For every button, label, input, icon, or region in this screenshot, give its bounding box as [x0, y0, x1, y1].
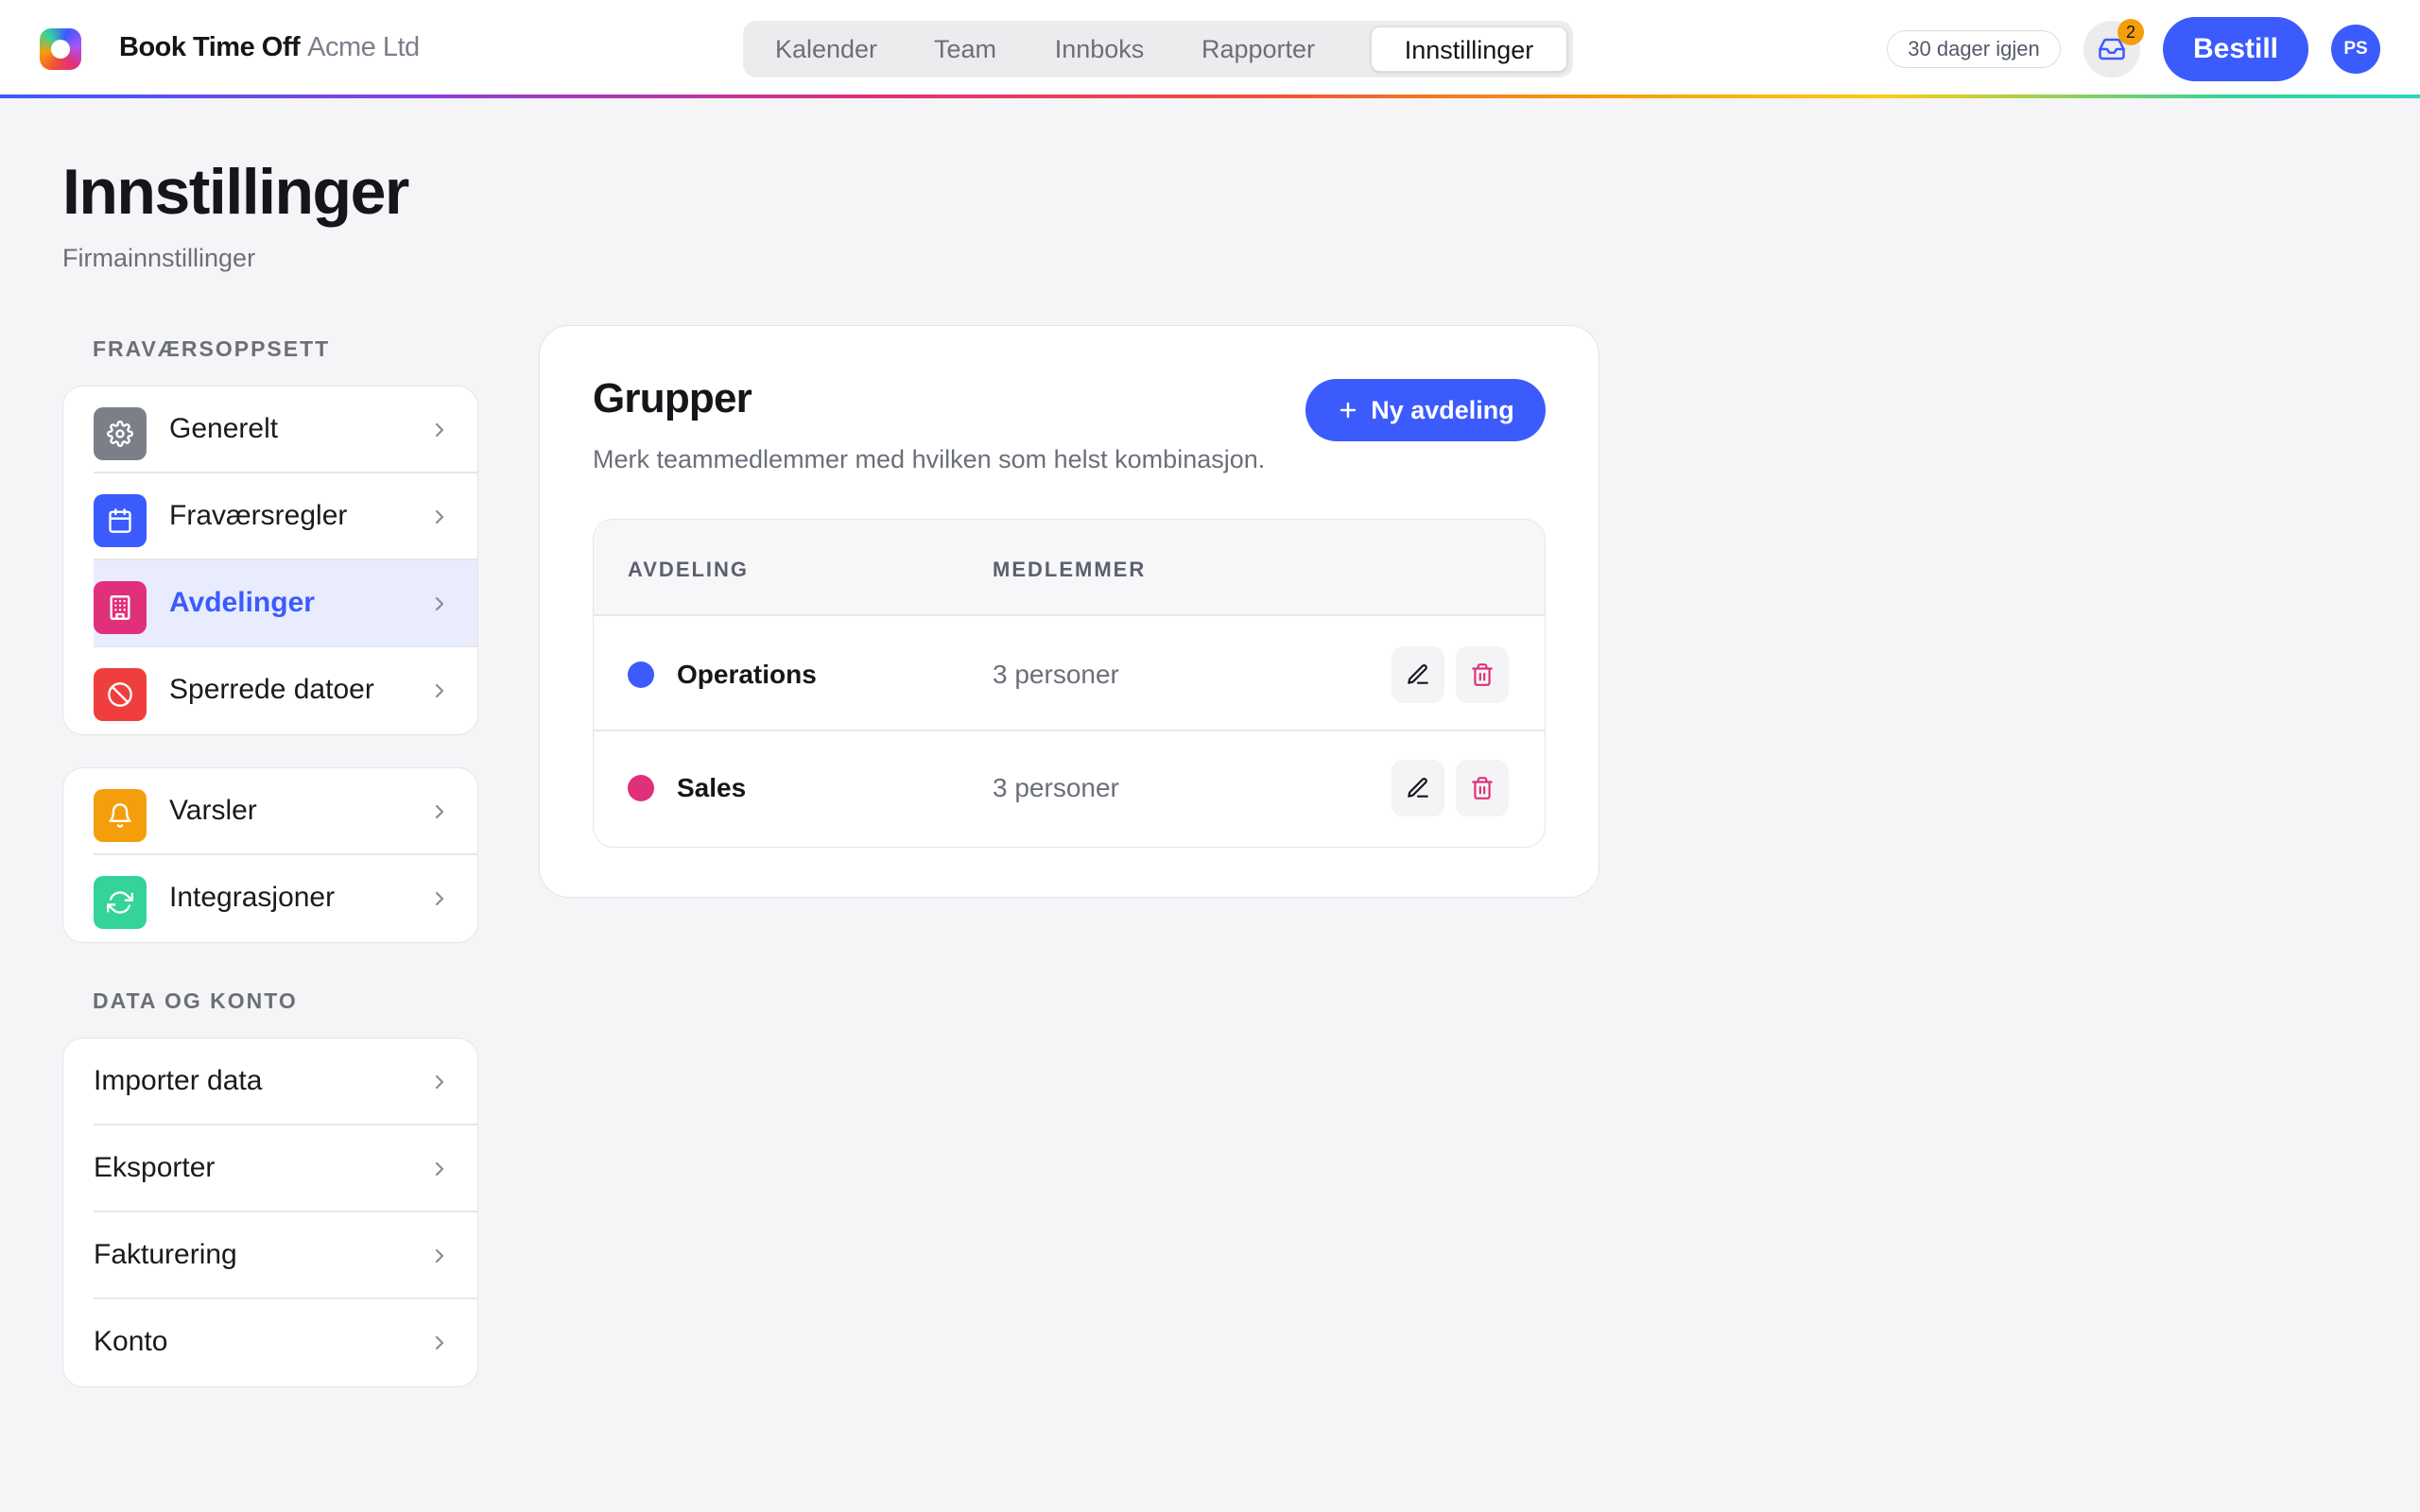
page-subtitle: Firmainnstillinger: [62, 244, 256, 272]
header-accent-strip: [0, 94, 2420, 98]
chevron-right-icon: [435, 1074, 444, 1090]
app-brand: Book Time Off Acme Ltd: [119, 32, 420, 63]
sidebar-item-label: Varsler: [169, 795, 257, 826]
sidebar-item-label: Avdelinger: [169, 587, 315, 618]
sidebar-section-label: FRAVÆRSOPPSETT: [93, 336, 331, 361]
chevron-right-icon: [435, 509, 444, 524]
panel-title: Grupper: [593, 375, 752, 421]
department-member-count: 3 personer: [993, 660, 1119, 689]
trial-remaining-badge: 30 dager igjen: [1887, 30, 2061, 68]
chevron-right-icon: [435, 1335, 444, 1350]
gear-icon: [94, 407, 147, 460]
top-navigation-bar: Book Time Off Acme Ltd Kalender Team Innb…: [0, 0, 2420, 94]
sidebar-section-label: DATA OG KONTO: [93, 988, 298, 1013]
sidebar-item-label: Generelt: [169, 413, 279, 444]
chevron-right-icon: [435, 596, 444, 611]
edit-button[interactable]: [1392, 760, 1444, 816]
sidebar-item-label: Integrasjoner: [169, 882, 336, 913]
table-row[interactable]: Operations 3 personer: [594, 618, 1545, 731]
sync-icon: [94, 876, 147, 929]
groups-panel: Grupper Merk teammedlemmer med hvilken s…: [539, 325, 1599, 898]
sidebar-item-generelt[interactable]: Generelt: [94, 387, 477, 473]
delete-button[interactable]: [1456, 760, 1509, 816]
sidebar-card-absence-setup: Generelt Fraværsregler Avdelinger Sperre…: [62, 386, 478, 735]
sidebar-item-label: Eksporter: [94, 1152, 216, 1183]
delete-button[interactable]: [1456, 646, 1509, 703]
sidebar-card-data-account: Importer data Eksporter Fakturering Kont…: [62, 1038, 478, 1387]
sidebar-item-varsler[interactable]: Varsler: [94, 768, 477, 855]
column-header-members: MEDLEMMER: [993, 558, 1147, 581]
sidebar-item-label: Konto: [94, 1326, 168, 1357]
app-logo-icon[interactable]: [40, 28, 81, 70]
department-color-dot: [628, 775, 654, 801]
chevron-right-icon: [435, 1248, 444, 1263]
calendar-icon: [94, 494, 147, 547]
department-name: Sales: [677, 773, 747, 802]
chevron-right-icon: [435, 1161, 444, 1177]
tab-rapporter[interactable]: Rapporter: [1180, 26, 1337, 72]
page-title: Innstillinger: [62, 156, 409, 228]
tab-team[interactable]: Team: [913, 26, 1017, 72]
sidebar-item-label: Importer data: [94, 1065, 263, 1096]
panel-subtitle: Merk teammedlemmer med hvilken som helst…: [593, 445, 1266, 473]
departments-table: AVDELING MEDLEMMER Operations 3 personer…: [593, 519, 1546, 848]
sidebar-item-label: Fraværsregler: [169, 500, 348, 531]
department-member-count: 3 personer: [993, 773, 1119, 802]
pencil-icon: [1408, 778, 1428, 798]
chevron-right-icon: [435, 804, 444, 819]
tab-innstillinger[interactable]: Innstillinger: [1371, 26, 1567, 72]
sidebar-card-notifications: Varsler Integrasjoner: [62, 767, 478, 943]
chevron-right-icon: [435, 683, 444, 698]
column-header-department: AVDELING: [628, 558, 750, 581]
edit-button[interactable]: [1392, 646, 1444, 703]
sidebar-item-label: Sperrede datoer: [169, 674, 374, 705]
new-department-button[interactable]: Ny avdeling: [1305, 379, 1546, 441]
trash-icon: [1472, 777, 1493, 799]
department-name: Operations: [677, 660, 817, 689]
sidebar-item-avdelinger[interactable]: Avdelinger: [94, 560, 477, 647]
order-button[interactable]: Bestill: [2163, 17, 2308, 81]
table-header: AVDELING MEDLEMMER: [594, 520, 1545, 616]
sidebar-item-integrasjoner[interactable]: Integrasjoner: [94, 855, 477, 942]
pencil-icon: [1408, 664, 1428, 684]
tab-innboks[interactable]: Innboks: [1032, 26, 1167, 72]
sidebar-item-eksporter[interactable]: Eksporter: [94, 1125, 477, 1212]
table-row[interactable]: Sales 3 personer: [594, 731, 1545, 845]
app-name: Book Time Off: [119, 32, 301, 62]
new-department-label: Ny avdeling: [1371, 395, 1514, 424]
chevron-right-icon: [435, 891, 444, 906]
sidebar-item-sperrede-datoer[interactable]: Sperrede datoer: [94, 647, 477, 734]
sidebar-item-importer-data[interactable]: Importer data: [94, 1039, 477, 1125]
ban-icon: [94, 668, 147, 721]
sidebar-item-konto[interactable]: Konto: [94, 1299, 477, 1386]
bell-icon: [94, 789, 147, 842]
user-avatar[interactable]: PS: [2331, 25, 2380, 74]
building-icon: [94, 581, 147, 634]
chevron-right-icon: [435, 422, 444, 438]
org-name: Acme Ltd: [307, 32, 420, 62]
plus-icon: [1340, 402, 1357, 419]
department-color-dot: [628, 662, 654, 688]
sidebar-item-fravaersregler[interactable]: Fraværsregler: [94, 473, 477, 560]
trash-icon: [1472, 663, 1493, 686]
sidebar-item-fakturering[interactable]: Fakturering: [94, 1212, 477, 1299]
sidebar-item-label: Fakturering: [94, 1239, 237, 1270]
tab-kalender[interactable]: Kalender: [758, 26, 894, 72]
main-nav-tabs: Kalender Team Innboks Rapporter Innstill…: [743, 21, 1573, 77]
inbox-count-badge: 2: [2118, 19, 2144, 45]
